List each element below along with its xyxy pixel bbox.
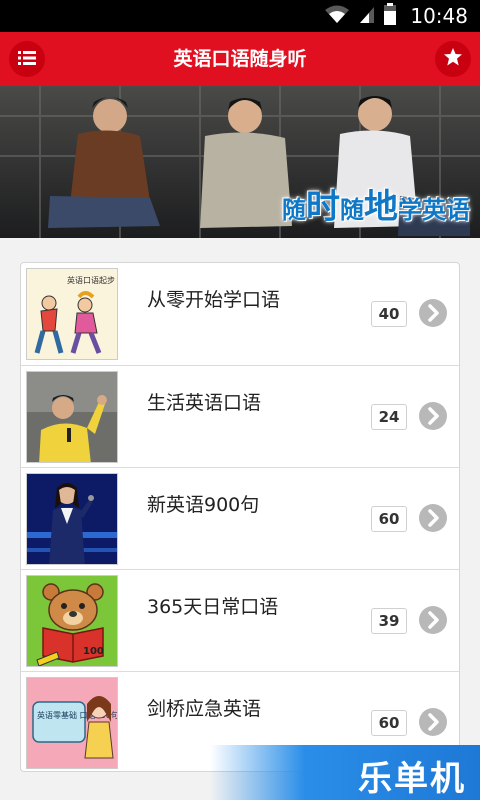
chevron-right-icon[interactable]: [419, 504, 447, 532]
course-title: 新英语900句: [147, 494, 260, 516]
watermark-text: 乐单机: [358, 759, 466, 799]
thumb-caption: 英语口语起步: [67, 275, 115, 285]
favorites-button[interactable]: [435, 41, 471, 77]
thumbnail-photo: [27, 474, 117, 564]
course-thumbnail: 英语口语起步: [26, 268, 118, 360]
chevron-right-icon[interactable]: [419, 402, 447, 430]
list-item[interactable]: 100 365天日常口语 39: [21, 569, 459, 671]
lesson-count-badge: 60: [371, 506, 407, 532]
course-title: 从零开始学口语: [147, 289, 281, 311]
slogan-part: 随: [282, 196, 306, 224]
status-bar: 10:48: [0, 0, 480, 32]
slogan-part: 随: [340, 196, 364, 224]
lesson-count-badge: 24: [371, 404, 407, 430]
slogan-part: 学英语: [398, 196, 470, 224]
signal-icon: [358, 4, 376, 28]
course-thumbnail: [26, 473, 118, 565]
chevron-right-icon[interactable]: [419, 299, 447, 327]
chevron-right-icon[interactable]: [419, 708, 447, 736]
watermark-logo: 乐单机: [210, 745, 480, 800]
star-icon: [443, 47, 463, 71]
list-item[interactable]: 生活英语口语 24: [21, 365, 459, 467]
menu-list-icon: [18, 50, 36, 69]
thumbnail-illustration: 英语零基础 口语100句: [27, 678, 117, 768]
course-thumbnail: 100: [26, 575, 118, 667]
lesson-count-badge: 39: [371, 608, 407, 634]
lesson-count-badge: 60: [371, 710, 407, 736]
lesson-count-badge: 40: [371, 301, 407, 327]
course-title: 剑桥应急英语: [147, 698, 262, 720]
promo-banner[interactable]: 随时随地学英语: [0, 86, 480, 238]
slogan-part: 地: [364, 187, 398, 227]
app-header: 英语口语随身听: [0, 32, 480, 86]
course-thumbnail: 英语零基础 口语100句: [26, 677, 118, 769]
list-item[interactable]: 英语口语起步 从零开始学口语 40: [21, 263, 459, 365]
chevron-right-icon[interactable]: [419, 606, 447, 634]
menu-button[interactable]: [9, 41, 45, 77]
thumbnail-illustration: 100: [27, 576, 117, 666]
battery-icon: [384, 3, 397, 29]
course-title: 365天日常口语: [147, 596, 279, 618]
banner-slogan: 随时随地学英语: [282, 179, 470, 228]
slogan-part: 时: [306, 187, 340, 227]
course-title: 生活英语口语: [147, 392, 262, 414]
status-time: 10:48: [410, 4, 468, 28]
wifi-icon: [324, 4, 350, 28]
thumbnail-illustration: 英语口语起步: [27, 269, 117, 359]
list-item[interactable]: 新英语900句 60: [21, 467, 459, 569]
course-list: 英语口语起步 从零开始学口语 40 生活英语口语 24 新英语900句 60 1…: [20, 262, 460, 772]
svg-text:100: 100: [83, 646, 104, 657]
page-title: 英语口语随身听: [173, 48, 307, 70]
thumbnail-photo: [27, 372, 117, 462]
course-thumbnail: [26, 371, 118, 463]
